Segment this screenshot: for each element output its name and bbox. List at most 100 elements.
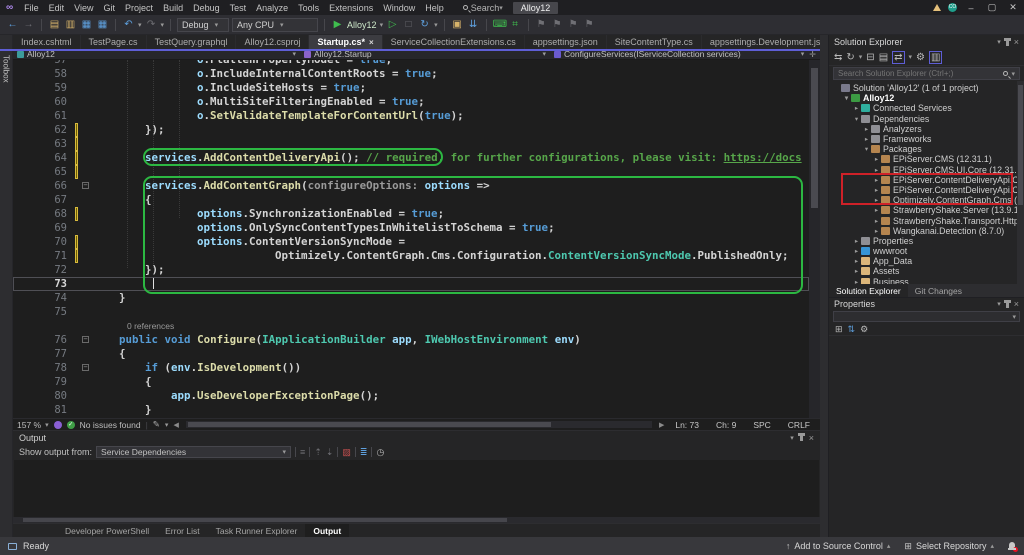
line-number[interactable]: 59	[13, 81, 73, 95]
output-source-select[interactable]: Service Dependencies▾	[96, 446, 291, 458]
tree-item-episerver-contentdeliveryapi-cms-3-11-0[interactable]: ▸EPiServer.ContentDeliveryApi.Cms (3.11.…	[829, 175, 1024, 185]
minimize-button[interactable]: –	[964, 3, 978, 13]
expand-arrow-icon[interactable]: ▸	[872, 176, 881, 184]
tab-servicecollectionextensions-cs[interactable]: ServiceCollectionExtensions.cs	[383, 35, 525, 49]
avatar[interactable]: CO	[948, 3, 957, 12]
close-icon[interactable]: ×	[1014, 37, 1019, 47]
show-all-files-icon[interactable]: ▤	[879, 52, 888, 63]
code-line-73[interactable]: 73	[13, 277, 809, 291]
tree-item-assets[interactable]: ▸Assets	[829, 266, 1024, 276]
line-number[interactable]: 76	[13, 333, 73, 347]
timestamp-icon[interactable]: ◷	[376, 447, 384, 458]
code-line-65[interactable]: 65	[13, 165, 809, 179]
code-line-72[interactable]: 72 });	[13, 263, 809, 277]
expand-arrow-icon[interactable]: ▸	[872, 166, 881, 174]
solution-search-input[interactable]	[838, 69, 1003, 78]
menu-item-file[interactable]: File	[19, 3, 44, 13]
line-number[interactable]: 58	[13, 67, 73, 81]
pin-icon[interactable]	[1006, 39, 1009, 46]
search-box[interactable]: Search ▾	[463, 3, 503, 13]
menu-item-analyze[interactable]: Analyze	[251, 3, 293, 13]
tree-item-wangkanai-detection-8-7-0[interactable]: ▸Wangkanai.Detection (8.7.0)	[829, 226, 1024, 236]
expand-arrow-icon[interactable]: ▸	[872, 186, 881, 194]
solution-platform-select[interactable]: Any CPU▾	[232, 18, 318, 32]
expand-arrow-icon[interactable]: ▸	[852, 104, 861, 112]
expand-arrow-icon[interactable]: ▸	[862, 125, 871, 133]
code-cleanup-dropdown-icon[interactable]: ▾	[165, 421, 169, 429]
code-line-63[interactable]: 63	[13, 137, 809, 151]
background-tasks-icon[interactable]	[8, 543, 17, 550]
code-line-76[interactable]: 76− public void Configure(IApplicationBu…	[13, 333, 809, 347]
panel-splitter[interactable]	[820, 35, 828, 537]
line-number[interactable]: 78	[13, 361, 73, 375]
tree-item-wwwroot[interactable]: ▸wwwroot	[829, 246, 1024, 256]
tab-alloy12-csproj[interactable]: Alloy12.csproj	[236, 35, 309, 49]
expand-arrow-icon[interactable]: ▸	[872, 217, 881, 225]
tree-item-packages[interactable]: ▾Packages	[829, 144, 1024, 154]
tree-item-strawberryshake-server-13-9-12[interactable]: ▸StrawberryShake.Server (13.9.12)	[829, 205, 1024, 215]
indent-mode-indicator[interactable]: SPC	[747, 420, 776, 430]
attach-process-icon[interactable]: ⇊	[467, 19, 480, 30]
line-number[interactable]: 79	[13, 375, 73, 389]
fold-collapse-icon[interactable]: −	[82, 182, 89, 189]
line-number[interactable]: 60	[13, 95, 73, 109]
close-icon[interactable]: ×	[809, 433, 814, 443]
save-icon[interactable]: ▦	[80, 19, 93, 30]
tree-item-strawberryshake-transport-http-14-0-0-rc-0[interactable]: ▸StrawberryShake.Transport.Http (14.0.0-…	[829, 215, 1024, 225]
code-line-75[interactable]: 75	[13, 305, 809, 319]
close-tab-icon[interactable]: ×	[369, 38, 374, 47]
start-debug-icon[interactable]: ▶	[331, 19, 344, 30]
code-editor[interactable]: 57 o.FlattenPropertyModel = true;58 o.In…	[13, 60, 820, 418]
tree-vertical-scrollbar[interactable]	[1017, 81, 1024, 284]
output-content[interactable]	[14, 460, 819, 517]
code-line-57[interactable]: 57 o.FlattenPropertyModel = true;	[13, 60, 809, 67]
scroll-right-icon[interactable]: ▶	[659, 421, 664, 429]
collapse-arrow-icon[interactable]: ▾	[852, 115, 861, 123]
panel-tab-developer-powershell[interactable]: Developer PowerShell	[57, 524, 157, 537]
line-number[interactable]: 72	[13, 263, 73, 277]
menu-item-debug[interactable]: Debug	[188, 3, 225, 13]
tree-item-episerver-cms-ui-core-12-31-1[interactable]: ▸EPiServer.CMS.UI.Core (12.31.1)	[829, 165, 1024, 175]
code-line-61[interactable]: 61 o.SetValidateTemplateForContentUrl(tr…	[13, 109, 809, 123]
scroll-left-icon[interactable]: ◀	[173, 421, 178, 429]
expand-arrow-icon[interactable]: ▸	[872, 206, 881, 214]
collapse-arrow-icon[interactable]: ▾	[862, 145, 871, 153]
tree-item-properties[interactable]: ▸Properties	[829, 236, 1024, 246]
tree-item-optimizely-contentgraph-cms-3-10-0[interactable]: ▸Optimizely.ContentGraph.Cms (3.10.0)	[829, 195, 1024, 205]
tree-item-frameworks[interactable]: ▸Frameworks	[829, 134, 1024, 144]
open-file-icon[interactable]: ▥	[64, 19, 77, 30]
line-number[interactable]: 69	[13, 221, 73, 235]
menu-item-extensions[interactable]: Extensions	[324, 3, 378, 13]
line-number[interactable]: 65	[13, 165, 73, 179]
terminal-icon[interactable]: ⌨	[493, 19, 506, 30]
line-number[interactable]: 63	[13, 137, 73, 151]
panel-tab-output[interactable]: Output	[305, 524, 349, 537]
properties-object-select[interactable]: ▾	[833, 311, 1020, 322]
start-debug-dropdown-icon[interactable]: ▾	[380, 21, 384, 29]
refresh-dropdown-icon[interactable]: ▾	[859, 53, 863, 61]
tree-item-business[interactable]: ▸Business	[829, 277, 1024, 284]
panel-tab-error-list[interactable]: Error List	[157, 524, 207, 537]
code-line-62[interactable]: 62 });	[13, 123, 809, 137]
menu-item-project[interactable]: Project	[120, 3, 158, 13]
redo-dropdown-icon[interactable]: ▾	[161, 21, 165, 29]
fold-collapse-icon[interactable]: −	[82, 336, 89, 343]
line-number[interactable]: 81	[13, 403, 73, 417]
line-number[interactable]: 74	[13, 291, 73, 305]
document-health-label[interactable]: No issues found	[80, 420, 141, 430]
expand-arrow-icon[interactable]: ▸	[852, 237, 861, 245]
code-line-66[interactable]: 66− services.AddContentGraph(configureOp…	[13, 179, 809, 193]
start-debug-target-label[interactable]: Alloy12	[347, 20, 377, 30]
toolbox-side-tab[interactable]: Toolbox	[0, 35, 13, 537]
property-pages-icon[interactable]: ⚙	[860, 324, 868, 335]
word-wrap-icon[interactable]: ≣	[360, 447, 368, 458]
code-line-74[interactable]: 74 }	[13, 291, 809, 305]
line-number[interactable]: 64	[13, 151, 73, 165]
menu-item-help[interactable]: Help	[420, 3, 449, 13]
menu-item-git[interactable]: Git	[99, 3, 121, 13]
menu-item-test[interactable]: Test	[225, 3, 252, 13]
line-number[interactable]: 71	[13, 249, 73, 263]
sync-dropdown-icon[interactable]: ▾	[909, 53, 913, 61]
navigate-back-icon[interactable]: ←	[6, 19, 19, 30]
notifications-bell-icon[interactable]	[1008, 542, 1016, 550]
